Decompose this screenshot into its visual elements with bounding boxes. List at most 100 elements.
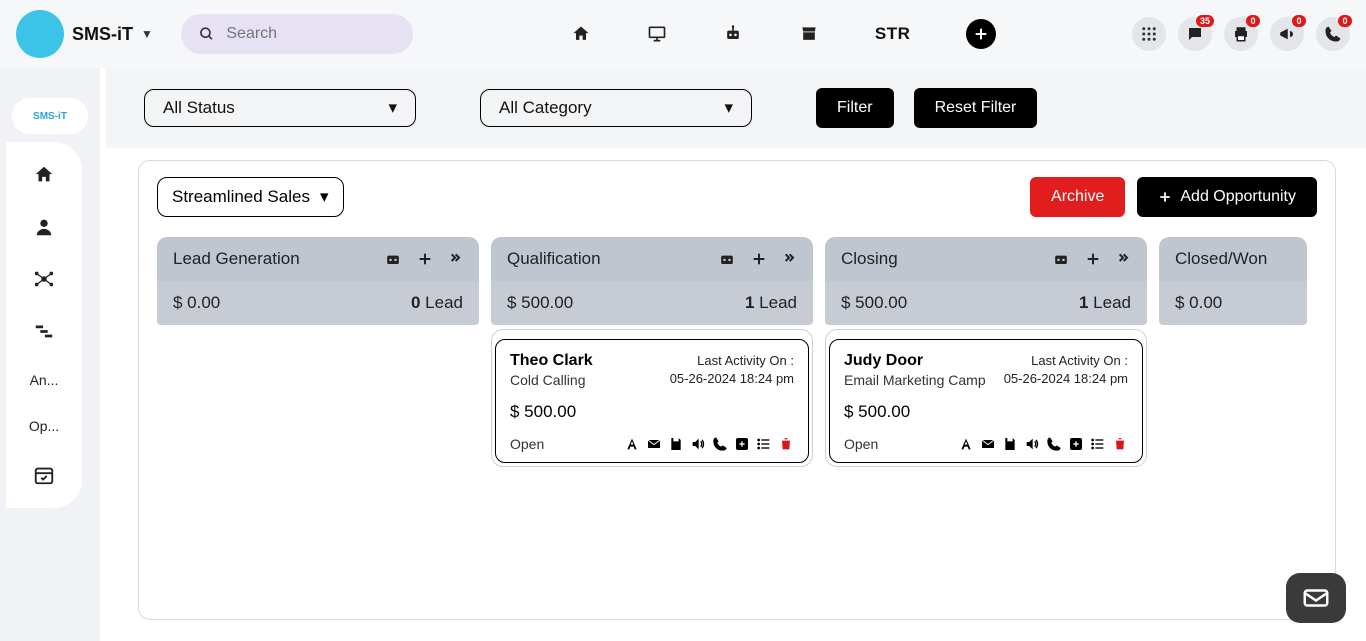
sidebar-network-icon[interactable]: [33, 268, 55, 290]
card-name: Theo Clark: [510, 352, 593, 370]
column-lead-count: 0: [411, 293, 420, 312]
pipeline-label: Streamlined Sales: [172, 187, 310, 207]
search-field[interactable]: [181, 14, 413, 54]
status-select-label: All Status: [163, 98, 235, 118]
column-lead-label: Lead: [425, 293, 463, 312]
sidebar-tail: [6, 520, 100, 610]
sidebar-logo[interactable]: SMS-iT: [12, 98, 88, 134]
column-closed-won: Closed/Won $ 0.00: [1159, 237, 1307, 467]
column-lead-label: Lead: [759, 293, 797, 312]
sidebar-item-analytics[interactable]: An...: [30, 372, 59, 388]
help-button[interactable]: [1286, 573, 1346, 623]
column-qualification: Qualification $ 500.00 1 Lead Theo C: [491, 237, 813, 467]
opportunity-card[interactable]: Judy Door Email Marketing Camp Last Acti…: [829, 339, 1143, 463]
expand-icon[interactable]: [781, 251, 797, 267]
store-icon[interactable]: [799, 24, 819, 44]
expand-icon[interactable]: [447, 251, 463, 267]
sidebar-home-icon[interactable]: [33, 164, 55, 186]
column-closing: Closing $ 500.00 1 Lead Judy Door: [825, 237, 1147, 467]
mail-icon: [1301, 583, 1331, 613]
add-opportunity-button[interactable]: Add Opportunity: [1137, 177, 1317, 217]
sidebar-funnel-icon[interactable]: [33, 320, 55, 342]
card-status: Open: [510, 436, 544, 452]
chat-badge: 35: [1196, 15, 1214, 27]
robot-icon[interactable]: [383, 249, 403, 269]
column-amount: $ 0.00: [173, 293, 220, 313]
card-tools: [958, 436, 1128, 452]
card-source: Email Marketing Camp: [844, 372, 986, 388]
str-link[interactable]: STR: [875, 24, 911, 44]
brand-selector[interactable]: SMS-iT ▼: [72, 24, 153, 45]
robot-icon[interactable]: [723, 24, 743, 44]
sound-icon[interactable]: [1024, 436, 1040, 452]
search-input[interactable]: [226, 25, 395, 43]
column-summary: $ 0.00: [1159, 281, 1307, 325]
plus-icon[interactable]: [751, 251, 767, 267]
phone-icon[interactable]: 0: [1316, 17, 1350, 51]
mail-icon[interactable]: [646, 436, 662, 452]
add-square-icon[interactable]: [734, 436, 750, 452]
desktop-icon[interactable]: [647, 24, 667, 44]
trash-icon[interactable]: [1112, 436, 1128, 452]
megaphone-icon[interactable]: 0: [1270, 17, 1304, 51]
sidebar-user-icon[interactable]: [33, 216, 55, 238]
sound-icon[interactable]: [690, 436, 706, 452]
robot-icon[interactable]: [717, 249, 737, 269]
phone-icon[interactable]: [1046, 436, 1062, 452]
column-header: Closing: [825, 237, 1147, 281]
text-icon[interactable]: [958, 436, 974, 452]
opportunity-card[interactable]: Theo Clark Cold Calling Last Activity On…: [495, 339, 809, 463]
list-icon[interactable]: [1090, 436, 1106, 452]
top-nav-right: 35 0 0 0: [1132, 17, 1350, 51]
reset-filter-button[interactable]: Reset Filter: [914, 88, 1038, 128]
card-source: Cold Calling: [510, 372, 593, 388]
sidebar-calendar-icon[interactable]: [33, 464, 55, 486]
phone-icon[interactable]: [712, 436, 728, 452]
save-icon[interactable]: [668, 436, 684, 452]
column-lead-generation: Lead Generation $ 0.00 0 Lead: [157, 237, 479, 467]
board-header: Streamlined Sales ▾ Archive Add Opportun…: [157, 177, 1317, 217]
filter-button[interactable]: Filter: [816, 88, 894, 128]
search-icon: [199, 25, 214, 43]
column-amount: $ 0.00: [1175, 293, 1222, 313]
top-bar: SMS-iT ▼ STR 35 0 0 0: [0, 0, 1366, 68]
print-icon[interactable]: 0: [1224, 17, 1258, 51]
status-select[interactable]: All Status ▾: [144, 89, 416, 127]
brand-name: SMS-iT: [72, 24, 133, 45]
expand-icon[interactable]: [1115, 251, 1131, 267]
card-name: Judy Door: [844, 352, 986, 370]
workspace-avatar[interactable]: [16, 10, 64, 58]
text-icon[interactable]: [624, 436, 640, 452]
chat-icon[interactable]: 35: [1178, 17, 1212, 51]
robot-icon[interactable]: [1051, 249, 1071, 269]
print-badge: 0: [1246, 15, 1260, 27]
plus-icon[interactable]: [417, 251, 433, 267]
list-icon[interactable]: [756, 436, 772, 452]
phone-badge: 0: [1338, 15, 1352, 27]
category-select[interactable]: All Category ▾: [480, 89, 752, 127]
card-activity-time: 05-26-2024 18:24 pm: [670, 370, 794, 388]
main-content: All Status ▾ All Category ▾ Filter Reset…: [100, 68, 1366, 641]
apps-grid-icon[interactable]: [1132, 17, 1166, 51]
home-icon[interactable]: [571, 24, 591, 44]
card-activity-label: Last Activity On :: [1004, 352, 1128, 370]
card-activity-label: Last Activity On :: [670, 352, 794, 370]
trash-icon[interactable]: [778, 436, 794, 452]
category-select-label: All Category: [499, 98, 592, 118]
save-icon[interactable]: [1002, 436, 1018, 452]
add-square-icon[interactable]: [1068, 436, 1084, 452]
mail-icon[interactable]: [980, 436, 996, 452]
column-header: Closed/Won: [1159, 237, 1307, 281]
plus-icon[interactable]: [1085, 251, 1101, 267]
column-lead-count: 1: [1079, 293, 1088, 312]
add-button[interactable]: [966, 19, 996, 49]
chevron-down-icon: ▾: [724, 98, 733, 118]
pipeline-select[interactable]: Streamlined Sales ▾: [157, 177, 344, 217]
column-header: Qualification: [491, 237, 813, 281]
pipeline-board: Streamlined Sales ▾ Archive Add Opportun…: [138, 160, 1336, 620]
top-nav-center: STR: [571, 19, 997, 49]
sidebar-item-opportunities[interactable]: Op...: [29, 418, 59, 434]
archive-button[interactable]: Archive: [1030, 177, 1125, 217]
plus-icon: [1158, 190, 1172, 204]
add-opportunity-label: Add Opportunity: [1180, 188, 1296, 206]
